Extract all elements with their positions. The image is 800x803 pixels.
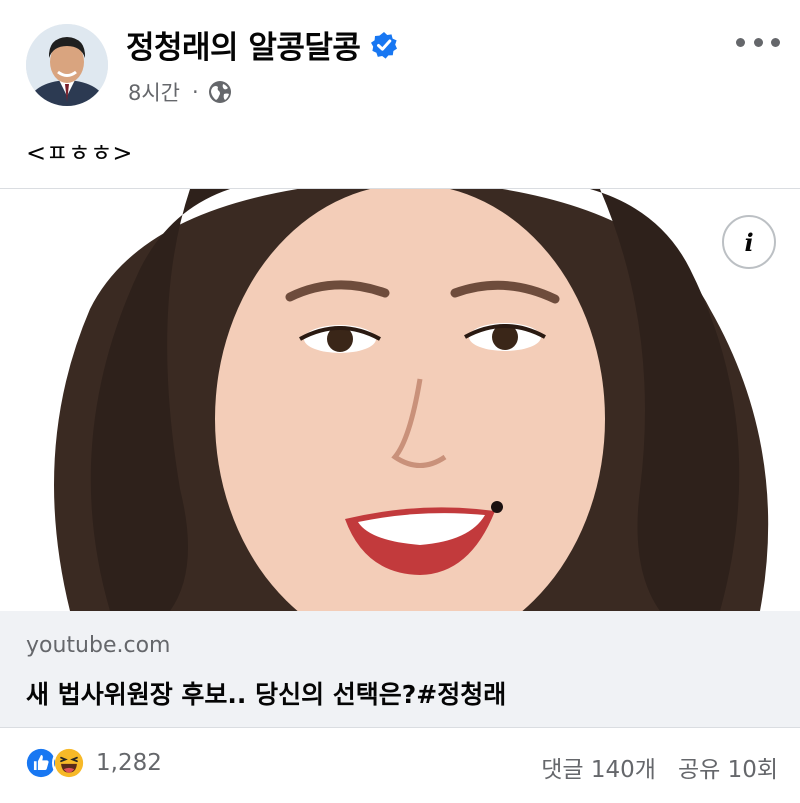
link-title[interactable]: 새 법사위원장 후보.. 당신의 선택은?#정청래 bbox=[26, 675, 506, 711]
post-meta: 8시간 · bbox=[128, 77, 232, 107]
info-icon: i bbox=[744, 227, 754, 257]
post-timestamp[interactable]: 8시간 bbox=[128, 77, 180, 107]
link-preview-card[interactable]: i youtube.com 새 법사위원장 후보.. 당신의 선택은?#정청래 bbox=[0, 188, 800, 728]
more-horizontal-icon bbox=[736, 37, 745, 47]
more-dot bbox=[771, 37, 780, 47]
thumbnail-portrait-image bbox=[0, 189, 800, 611]
share-count-link[interactable]: 공유 10회 bbox=[678, 750, 778, 784]
engagement-stats: 댓글 140개 공유 10회 bbox=[541, 750, 778, 784]
author-avatar[interactable] bbox=[26, 24, 108, 106]
reaction-count: 1,282 bbox=[96, 750, 162, 776]
author-name[interactable]: 정청래의 알콩달콩 bbox=[126, 22, 398, 67]
comment-count-link[interactable]: 댓글 140개 bbox=[541, 750, 656, 784]
link-thumbnail: i bbox=[0, 189, 800, 611]
link-domain: youtube.com bbox=[26, 633, 171, 658]
globe-icon bbox=[208, 81, 231, 103]
meta-separator: · bbox=[192, 80, 199, 104]
more-options-button[interactable] bbox=[736, 28, 780, 56]
facebook-post: 정청래의 알콩달콩 8시간 · <ㅍㅎㅎ> i youtube.com 새 법사… bbox=[0, 0, 800, 803]
post-text: <ㅍㅎㅎ> bbox=[26, 139, 133, 167]
verified-badge-icon bbox=[371, 31, 398, 59]
more-dot bbox=[753, 37, 763, 47]
haha-reaction-icon bbox=[52, 746, 86, 780]
reaction-summary[interactable]: 1,282 bbox=[24, 746, 162, 780]
avatar-photo bbox=[26, 24, 108, 106]
info-button[interactable]: i bbox=[722, 215, 776, 269]
link-footer[interactable]: youtube.com 새 법사위원장 후보.. 당신의 선택은?#정청래 bbox=[0, 611, 800, 727]
author-name-text: 정청래의 알콩달콩 bbox=[126, 30, 361, 66]
